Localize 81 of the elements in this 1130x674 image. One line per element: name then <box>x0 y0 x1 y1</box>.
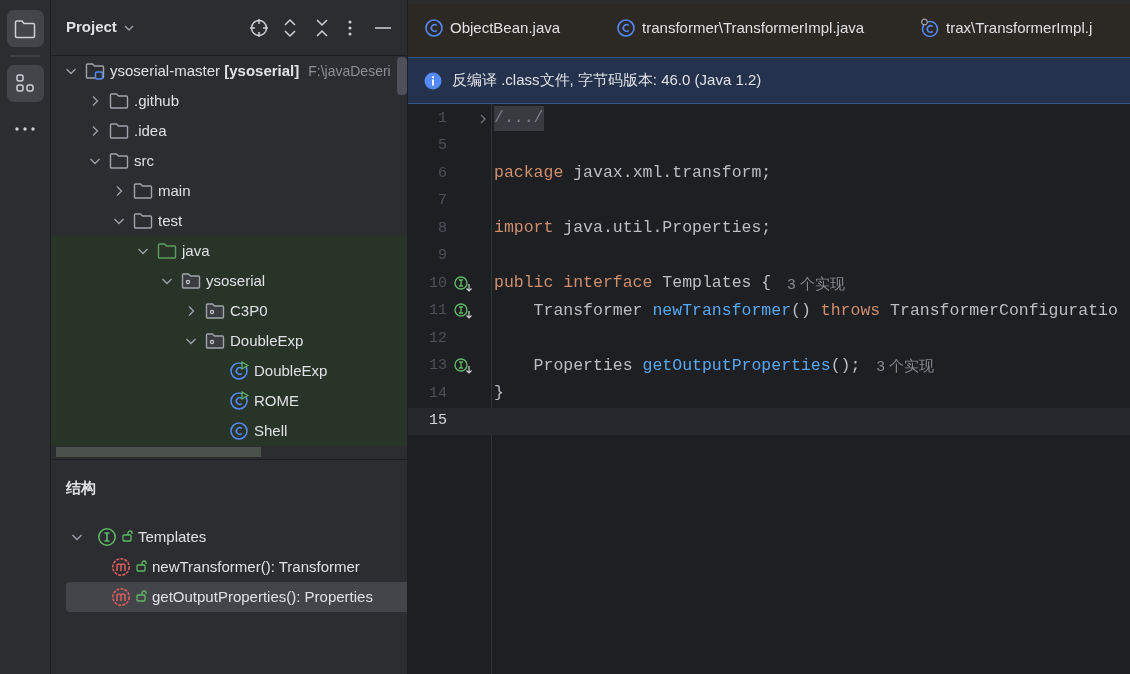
editor-tab[interactable]: ObjectBean.java <box>408 14 601 42</box>
path-text: F:\javaDeseri <box>308 61 391 81</box>
editor-tab[interactable]: trax\TransformerImpl.j <box>904 14 1130 42</box>
minimize-icon[interactable] <box>375 25 391 30</box>
runnable-class-icon <box>229 391 249 411</box>
structure-item[interactable]: Templates <box>66 522 407 552</box>
module-folder-icon <box>85 62 105 80</box>
editor-tab[interactable]: transformer\TransformerImpl.java <box>600 14 905 42</box>
tree-item[interactable]: main <box>158 179 191 203</box>
blocks-icon[interactable] <box>14 72 36 95</box>
info-icon <box>424 71 442 90</box>
tree-item[interactable]: Shell <box>254 419 288 443</box>
code-token: (); <box>830 354 861 377</box>
code-token: public interface <box>494 272 654 295</box>
code-token: throws <box>820 299 882 322</box>
method-icon <box>111 587 131 607</box>
implemented-icon[interactable] <box>454 302 474 321</box>
expand-icon[interactable] <box>283 17 297 38</box>
structure-item[interactable]: getOutputProperties(): Properties <box>66 582 407 612</box>
chevron-down-icon[interactable] <box>122 23 135 32</box>
more-icon[interactable] <box>14 125 36 132</box>
more-icon[interactable] <box>347 18 353 37</box>
folder-icon <box>109 152 129 170</box>
tree-item[interactable]: C3P0 <box>230 299 268 323</box>
folder-icon <box>109 122 129 140</box>
code-token: getOutputProperties <box>642 354 831 377</box>
code-token: TransformerConfiguratio <box>890 299 1118 322</box>
code-token: Transformer <box>532 299 644 322</box>
structure-label: getOutputProperties(): Properties <box>152 586 373 607</box>
banner-text: 反编译 .class文件, 字节码版本: 46.0 (Java 1.2) <box>452 70 762 91</box>
runnable-class-icon <box>229 361 249 381</box>
class-icon <box>229 421 249 441</box>
code-token: Templates { <box>662 272 772 295</box>
scrollbar-thumb[interactable] <box>397 57 407 95</box>
folder-icon <box>133 182 153 200</box>
code-token: () <box>791 299 812 322</box>
tree-item[interactable]: DoubleExp <box>230 329 304 353</box>
tree-item[interactable]: ROME <box>254 389 299 413</box>
code-token: javax.xml.transform; <box>573 162 772 185</box>
structure-label: newTransformer(): Transformer <box>152 556 360 577</box>
lock-open-icon <box>136 558 148 572</box>
implemented-icon[interactable] <box>454 274 474 293</box>
structure-item[interactable]: newTransformer(): Transformer <box>66 552 407 582</box>
tree-item[interactable]: .idea <box>134 119 167 143</box>
folder-icon <box>133 212 153 230</box>
inlay-hint[interactable]: 3 个实现 <box>876 355 934 378</box>
tree-item[interactable]: ysoserial-master [ysoserial] <box>110 59 300 83</box>
code-token: Properties <box>532 354 634 377</box>
tree-item[interactable]: java <box>182 239 210 263</box>
interface-icon <box>97 527 117 547</box>
inlay-hint[interactable]: 3 个实现 <box>787 272 845 295</box>
folder-icon <box>157 242 177 260</box>
package-folder-icon <box>205 302 225 320</box>
class-icon <box>616 18 637 38</box>
lock-open-icon <box>122 528 134 542</box>
tree-item[interactable]: ysoserial <box>206 269 266 293</box>
class-icon <box>424 18 444 38</box>
code-token: } <box>494 382 504 405</box>
line-number: 15 <box>428 411 447 431</box>
tree-item[interactable]: .github <box>134 89 180 113</box>
implemented-icon[interactable] <box>454 357 474 376</box>
folder-icon[interactable] <box>14 18 36 39</box>
code-token: import <box>494 217 555 240</box>
class-icon <box>920 18 941 38</box>
crosshair-icon[interactable] <box>249 17 269 38</box>
code-token: newTransformer <box>652 299 792 322</box>
code-token: java.util.Properties; <box>563 217 772 240</box>
method-icon <box>111 557 131 577</box>
panel-title: 结构 <box>66 477 96 498</box>
panel-title[interactable]: Project <box>66 16 117 39</box>
folder-icon <box>109 92 129 110</box>
collapse-icon[interactable] <box>315 17 329 38</box>
package-folder-icon <box>181 272 201 290</box>
lock-open-icon <box>136 588 148 602</box>
scrollbar-thumb[interactable] <box>56 447 261 457</box>
structure-label: Templates <box>138 526 207 547</box>
package-folder-icon <box>205 332 225 350</box>
code-token: package <box>494 162 565 185</box>
tree-item[interactable]: DoubleExp <box>254 359 328 383</box>
tree-item[interactable]: src <box>134 149 154 173</box>
tree-item[interactable]: test <box>158 209 183 233</box>
